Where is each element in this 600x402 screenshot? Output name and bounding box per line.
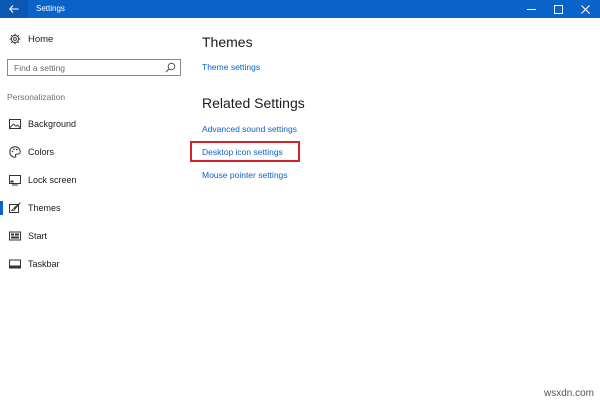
- minimize-button[interactable]: [518, 0, 544, 18]
- back-arrow-icon: [9, 5, 19, 13]
- themes-brush-icon: [9, 202, 21, 213]
- sidebar-item-label: Start: [28, 231, 48, 241]
- sidebar-item-background[interactable]: Background: [0, 113, 190, 135]
- watermark: wsxdn.com: [543, 388, 594, 399]
- sidebar-item-taskbar[interactable]: Taskbar: [0, 253, 190, 275]
- sidebar-item-label: Themes: [28, 203, 61, 213]
- settings-window: Settings Home Find a setting Personaliza…: [0, 0, 600, 402]
- title-bar: Settings: [0, 0, 600, 18]
- sidebar: Home Personalization Background: [0, 18, 190, 402]
- palette-icon: [9, 146, 21, 158]
- theme-settings-link[interactable]: Theme settings: [202, 61, 260, 73]
- window-title: Settings: [36, 4, 65, 13]
- advanced-sound-settings-link[interactable]: Advanced sound settings: [202, 123, 297, 135]
- sidebar-item-lock-screen[interactable]: Lock screen: [0, 169, 190, 191]
- maximize-icon: [553, 4, 563, 14]
- page-title: Themes: [202, 34, 253, 50]
- taskbar-icon: [9, 259, 21, 269]
- back-button[interactable]: [0, 0, 28, 18]
- related-settings-heading: Related Settings: [202, 95, 305, 111]
- search-icon[interactable]: [165, 62, 176, 73]
- highlight-annotation: [190, 141, 300, 162]
- sidebar-item-start[interactable]: Start: [0, 225, 190, 247]
- close-button[interactable]: [572, 0, 598, 18]
- sidebar-item-label: Taskbar: [28, 259, 60, 269]
- sidebar-item-home[interactable]: Home: [0, 30, 190, 50]
- sidebar-item-colors[interactable]: Colors: [0, 141, 190, 163]
- maximize-button[interactable]: [545, 0, 571, 18]
- main-content: Themes Theme settings Related Settings A…: [190, 18, 600, 402]
- home-label: Home: [28, 34, 54, 45]
- picture-icon: [9, 119, 21, 129]
- sidebar-item-themes[interactable]: Themes: [0, 197, 190, 219]
- gear-icon: [9, 33, 21, 45]
- mouse-pointer-settings-link[interactable]: Mouse pointer settings: [202, 169, 288, 181]
- search-input[interactable]: [14, 61, 159, 74]
- minimize-icon: [526, 8, 536, 10]
- lock-screen-icon: [9, 175, 21, 186]
- sidebar-item-label: Lock screen: [28, 175, 77, 185]
- start-icon: [9, 231, 21, 241]
- section-label-personalization: Personalization: [7, 92, 66, 102]
- close-icon: [580, 4, 590, 14]
- active-indicator: [0, 201, 3, 215]
- search-box: [7, 59, 181, 76]
- sidebar-item-label: Colors: [28, 147, 55, 157]
- sidebar-item-label: Background: [28, 119, 77, 129]
